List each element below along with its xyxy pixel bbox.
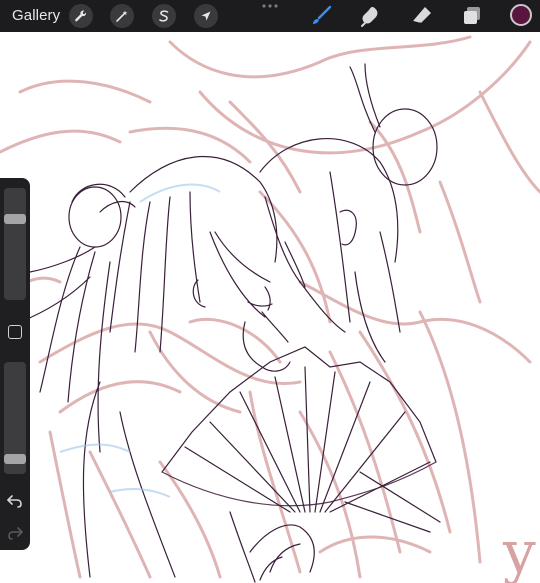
gallery-button[interactable]: Gallery xyxy=(12,7,60,24)
more-dots-icon[interactable] xyxy=(262,3,278,9)
selection-s-icon xyxy=(159,10,169,22)
layers-icon[interactable] xyxy=(460,4,484,28)
eraser-icon[interactable] xyxy=(410,4,434,28)
left-sidebar xyxy=(0,178,30,550)
actions-button[interactable] xyxy=(69,4,93,28)
artwork: y xyxy=(0,35,540,583)
brush-size-thumb[interactable] xyxy=(4,214,26,224)
modify-button[interactable] xyxy=(8,325,22,339)
color-swatch-button[interactable] xyxy=(510,4,532,26)
transform-button[interactable] xyxy=(194,4,218,28)
adjustments-button[interactable] xyxy=(110,4,134,28)
brush-icon[interactable] xyxy=(309,4,333,28)
top-toolbar: Gallery xyxy=(0,0,540,32)
arrow-cursor-icon xyxy=(201,11,211,21)
undo-icon[interactable] xyxy=(6,494,24,508)
signature-mark: y xyxy=(502,518,536,583)
drawing-canvas[interactable]: y xyxy=(0,32,540,583)
wrench-icon xyxy=(75,10,87,22)
smudge-icon[interactable] xyxy=(359,4,383,28)
redo-icon[interactable] xyxy=(6,526,24,540)
selection-button[interactable] xyxy=(152,4,176,28)
magic-wand-icon xyxy=(116,10,128,22)
brush-size-slider[interactable] xyxy=(4,188,26,300)
guide-layer xyxy=(59,183,221,498)
brush-opacity-slider[interactable] xyxy=(4,362,26,474)
brush-opacity-thumb[interactable] xyxy=(4,454,26,464)
